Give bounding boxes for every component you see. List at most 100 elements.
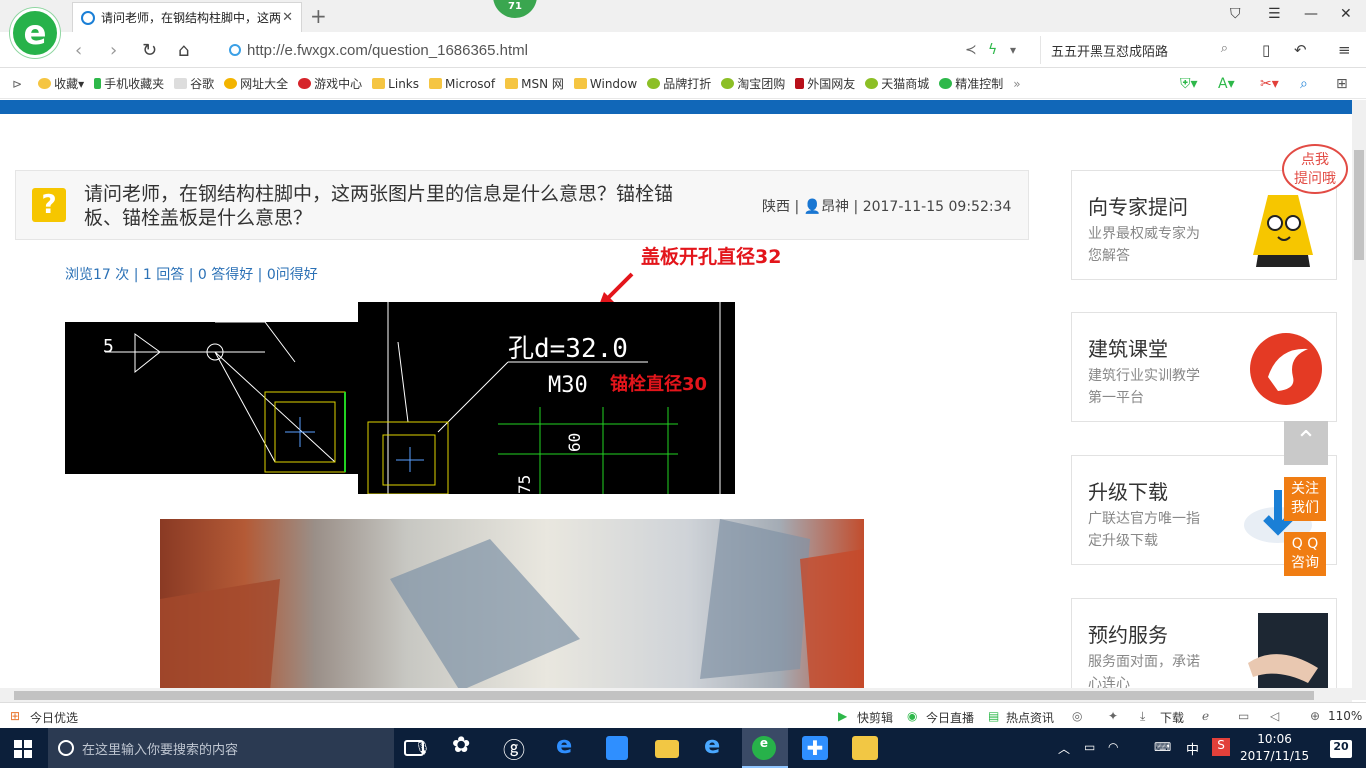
- ask-bubble[interactable]: 点我 提问哦: [1282, 144, 1348, 194]
- favorite-item[interactable]: 手机收藏夹: [94, 75, 164, 92]
- minimize-icon[interactable]: —: [1304, 6, 1318, 22]
- follow-us-button[interactable]: 关注 我们: [1284, 477, 1326, 521]
- favorite-item[interactable]: 收藏 ▾: [38, 75, 84, 92]
- favorite-item[interactable]: 精准控制: [939, 75, 1003, 92]
- plus-app-icon[interactable]: ✚: [802, 736, 828, 760]
- refresh-icon[interactable]: ↻: [142, 40, 157, 61]
- favorites-bar: ⊳ 收藏 ▾ 手机收藏夹 谷歌 网址大全 游戏中心 Links Microsof…: [0, 69, 1366, 99]
- sidebar-toggle-icon[interactable]: ⊳: [12, 77, 22, 91]
- search-icon[interactable]: ⌕: [1221, 41, 1228, 56]
- edge-icon[interactable]: e: [556, 731, 582, 759]
- phone-icon[interactable]: ▯: [1262, 41, 1270, 59]
- question-header: ? 请问老师，在钢结构柱脚中，这两张图片里的信息是什么意思？锚栓锚板、锚栓盖板是…: [15, 170, 1029, 240]
- favorite-item[interactable]: Window: [573, 77, 637, 91]
- card-title: 升级下载: [1088, 480, 1168, 504]
- window-icon[interactable]: ▭: [1238, 709, 1249, 723]
- lightning-icon[interactable]: ϟ: [988, 42, 997, 58]
- tray-expand-icon[interactable]: ︿: [1058, 740, 1070, 757]
- swirl-icon[interactable]: ⓖ: [503, 733, 529, 764]
- notes-app-icon[interactable]: [852, 736, 878, 760]
- favorite-item[interactable]: Microsof: [429, 77, 495, 91]
- apps-icon[interactable]: ⊞: [1336, 76, 1348, 92]
- menu-icon[interactable]: ☰: [1268, 6, 1281, 22]
- browser-tab[interactable]: 请问老师，在钢结构柱脚中，这两张图片里的信息是什么意思？锚栓锚板、锚栓盖板是什么…: [72, 2, 302, 32]
- clock-time: 10:06: [1257, 732, 1292, 746]
- address-bar[interactable]: http://e.fwxgx.com/question_1686365.html: [215, 36, 1035, 64]
- author-link[interactable]: 昂神: [821, 199, 849, 215]
- zoom-level[interactable]: 110%: [1328, 709, 1362, 723]
- new-tab-button[interactable]: +: [310, 4, 327, 28]
- back-to-top-button[interactable]: ⌃: [1284, 421, 1328, 465]
- store-icon[interactable]: [606, 736, 628, 760]
- search-icon[interactable]: ⌕: [1300, 76, 1308, 92]
- folder-icon: [372, 78, 386, 89]
- ie-mode-icon[interactable]: ℯ: [1202, 709, 1209, 723]
- wifi-icon[interactable]: ◠: [1108, 740, 1118, 754]
- translate-icon[interactable]: A▾: [1218, 76, 1235, 92]
- battery-icon[interactable]: ▭: [1084, 740, 1095, 754]
- pin-icon[interactable]: ✦: [1108, 709, 1118, 723]
- title-bar: 请问老师，在钢结构柱脚中，这两张图片里的信息是什么意思？锚栓锚板、锚栓盖板是什么…: [0, 0, 1366, 32]
- favorite-item[interactable]: 淘宝团购: [721, 75, 785, 92]
- mute-icon[interactable]: ◁: [1270, 709, 1279, 723]
- ime-indicator[interactable]: 中: [1186, 739, 1199, 758]
- file-explorer-icon[interactable]: [655, 740, 679, 758]
- favorite-item[interactable]: Links: [372, 77, 419, 91]
- back-icon[interactable]: ‹: [75, 40, 82, 61]
- ie-icon[interactable]: e: [704, 731, 730, 759]
- news-link[interactable]: 热点资讯: [1006, 709, 1054, 726]
- scissors-icon[interactable]: ✂▾: [1260, 76, 1279, 92]
- vertical-scroll-thumb[interactable]: [1354, 150, 1364, 260]
- taskbar-search-box[interactable]: 在这里输入你要搜索的内容 🎙: [48, 728, 431, 768]
- card-appointment[interactable]: 预约服务 服务面对面，承诺心连心: [1071, 598, 1337, 688]
- keyboard-icon[interactable]: ⌨: [1154, 740, 1171, 754]
- search-text: 五五开黑互怼成陌路: [1051, 44, 1169, 60]
- browser-logo[interactable]: e: [10, 8, 60, 58]
- zoom-icon: ⊕: [1310, 709, 1321, 723]
- notification-center-icon[interactable]: 20: [1330, 740, 1352, 758]
- favorite-item[interactable]: 品牌打折: [647, 75, 711, 92]
- pinwheel-icon[interactable]: ✿: [452, 733, 478, 758]
- system-clock[interactable]: 10:06 2017/11/15: [1240, 731, 1309, 765]
- question-meta: 陕西 | 👤昂神 | 2017-11-15 09:52:34: [762, 199, 1012, 215]
- task-view-icon[interactable]: [404, 740, 424, 756]
- more-favorites-icon[interactable]: »: [1013, 77, 1020, 91]
- photo-column-base: [160, 519, 864, 688]
- live-link[interactable]: 今日直播: [926, 709, 974, 726]
- undo-icon[interactable]: ↶: [1294, 41, 1307, 59]
- favorite-item[interactable]: 游戏中心: [298, 75, 362, 92]
- shirt-icon[interactable]: ⛉: [1230, 6, 1241, 22]
- forward-icon[interactable]: ›: [110, 40, 117, 61]
- windows-start-icon[interactable]: [14, 740, 32, 758]
- card-title: 向专家提问: [1088, 195, 1188, 219]
- qq-consult-button[interactable]: Q Q 咨询: [1284, 532, 1326, 576]
- notification-badge[interactable]: 71: [493, 0, 537, 18]
- folder-icon: [505, 78, 519, 89]
- shield-icon[interactable]: ⛨▾: [1180, 76, 1198, 92]
- phone-icon: [94, 78, 102, 89]
- chevron-down-icon[interactable]: ▾: [1010, 43, 1016, 57]
- card-title: 预约服务: [1088, 623, 1168, 647]
- favorite-item[interactable]: MSN 网: [505, 75, 564, 92]
- sogou-ime-icon[interactable]: S: [1212, 738, 1230, 756]
- card-subtitle: 广联达官方唯一指定升级下载: [1088, 511, 1200, 549]
- download-link[interactable]: 下载: [1160, 709, 1184, 726]
- favorite-item[interactable]: 外国网友: [795, 75, 855, 92]
- home-icon[interactable]: ⌂: [178, 40, 189, 61]
- share-icon[interactable]: ≺: [965, 42, 977, 58]
- close-window-icon[interactable]: ✕: [1340, 6, 1352, 22]
- question-stats[interactable]: 浏览17 次 | 1 回答 | 0 答得好 | 0问得好: [65, 264, 318, 284]
- handshake-icon: [1248, 613, 1328, 688]
- menu-icon[interactable]: ≡: [1338, 41, 1351, 59]
- card-building-class[interactable]: 建筑课堂 建筑行业实训教学第一平台: [1071, 312, 1337, 422]
- horizontal-scroll-thumb[interactable]: [14, 691, 1314, 700]
- quick-edit-link[interactable]: 快剪辑: [857, 709, 893, 726]
- favorite-item[interactable]: 天猫商城: [865, 75, 929, 92]
- favorite-item[interactable]: 谷歌: [174, 75, 214, 92]
- favorite-item[interactable]: 网址大全: [224, 75, 288, 92]
- search-box[interactable]: 五五开黑互怼成陌路 ⌕: [1040, 36, 1240, 64]
- speed-icon[interactable]: ◎: [1072, 709, 1082, 723]
- cad-dim-60: 60: [565, 433, 584, 452]
- close-tab-icon[interactable]: ✕: [282, 10, 293, 25]
- daily-picks-link[interactable]: 今日优选: [30, 709, 78, 726]
